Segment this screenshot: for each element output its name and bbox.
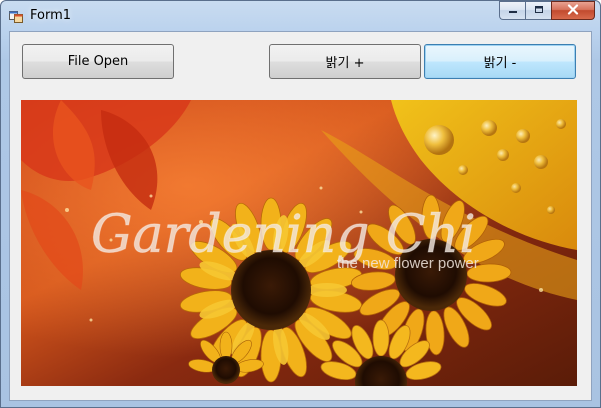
form-app-icon xyxy=(9,9,23,23)
flower-image: Gardening Chi the new flower power xyxy=(21,100,577,386)
minimize-icon xyxy=(508,2,518,20)
file-open-button[interactable]: File Open xyxy=(22,44,174,79)
brightness-up-button[interactable]: 밝기 + xyxy=(269,44,421,79)
tagline-text: the new flower power xyxy=(337,255,479,272)
close-button[interactable] xyxy=(551,1,595,20)
close-icon xyxy=(567,2,579,20)
caption-buttons xyxy=(499,1,595,21)
maximize-button[interactable] xyxy=(525,1,551,20)
form-client-area: File Open 밝기 + 밝기 - Gardening Chi the ne… xyxy=(9,31,592,401)
minimize-button[interactable] xyxy=(499,1,525,20)
brightness-down-button[interactable]: 밝기 - xyxy=(424,44,576,79)
main-window: Form1 File Open 밝기 + 밝기 - Gardening Chi … xyxy=(0,0,601,408)
picture-box: Gardening Chi the new flower power xyxy=(21,100,577,386)
window-title: Form1 xyxy=(30,8,72,23)
title-bar[interactable]: Form1 xyxy=(1,1,600,31)
maximize-icon xyxy=(534,2,544,20)
